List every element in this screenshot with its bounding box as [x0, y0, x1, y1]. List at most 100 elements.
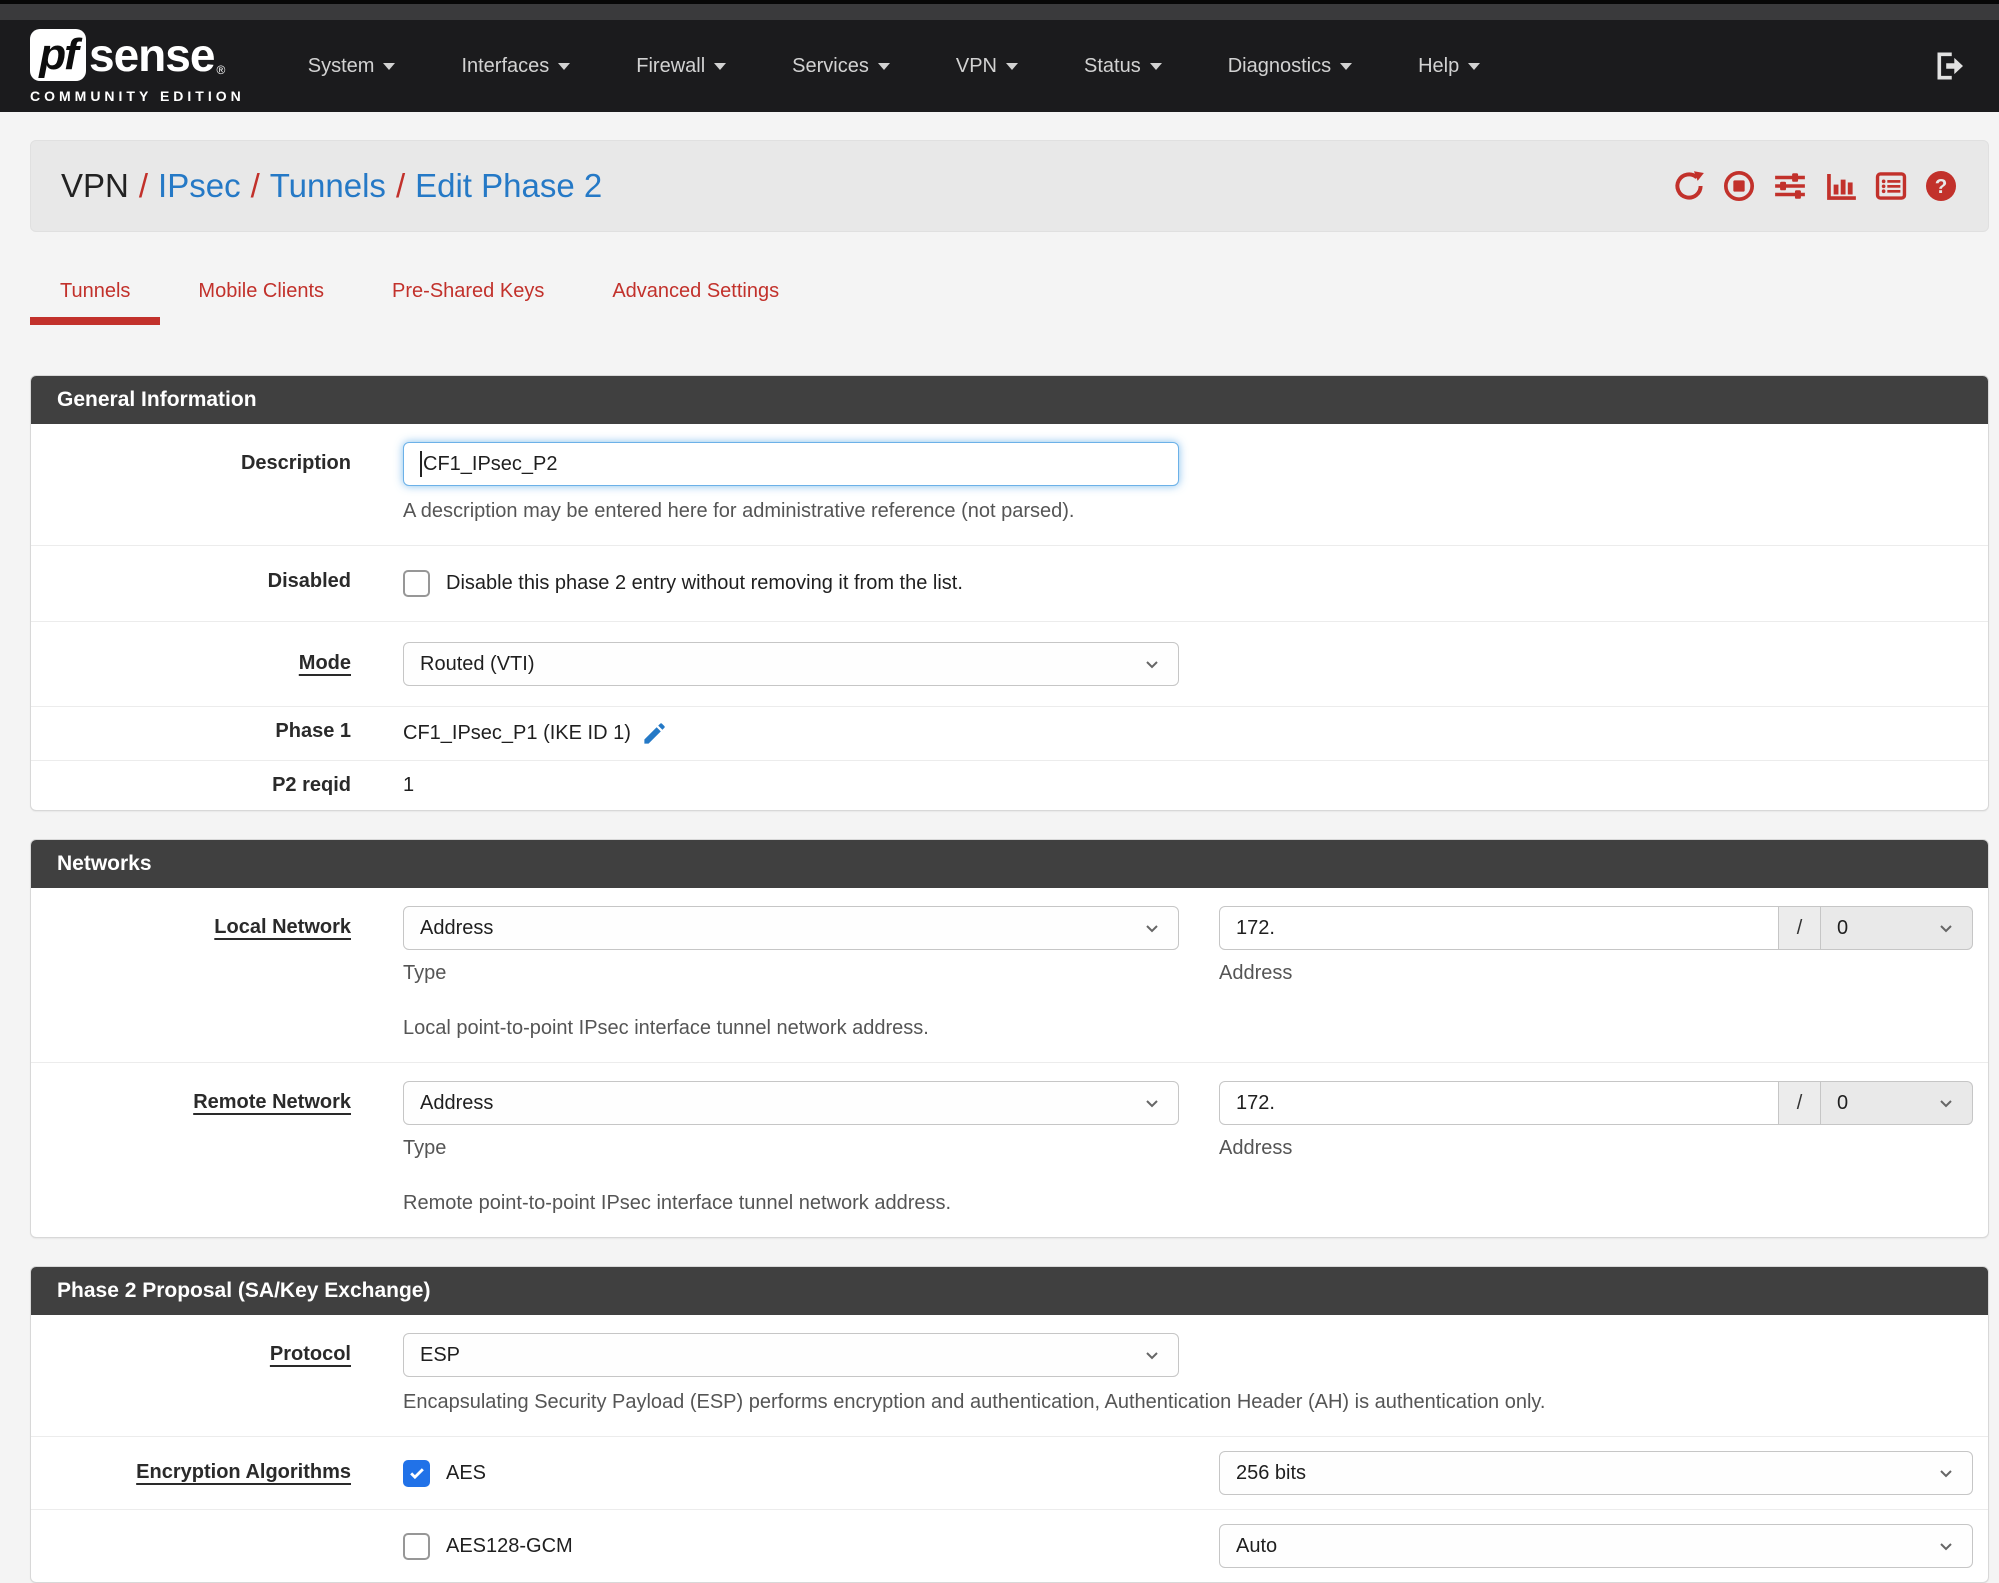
- local-network-content: Address 172. / 0 Type Address Local poin…: [381, 906, 1988, 1040]
- description-input[interactable]: CF1_IPsec_P2: [403, 442, 1179, 486]
- tab-mobile-clients[interactable]: Mobile Clients: [168, 268, 354, 325]
- row-description: Description CF1_IPsec_P2 A description m…: [31, 424, 1988, 546]
- menu-system[interactable]: System: [275, 55, 429, 78]
- chevron-down-icon: [1936, 1536, 1956, 1556]
- remote-network-type-sublabel: Type: [403, 1137, 447, 1159]
- protocol-content: ESP Encapsulating Security Payload (ESP)…: [381, 1333, 1988, 1414]
- pfsense-logo[interactable]: pf sense ® COMMUNITY EDITION: [30, 28, 245, 104]
- row-p2-reqid: P2 reqid 1: [31, 761, 1988, 810]
- help-icon[interactable]: ?: [1924, 169, 1958, 203]
- header-action-icons: ?: [1672, 169, 1958, 203]
- p2-reqid-label: P2 reqid: [272, 774, 351, 796]
- menu-help-label: Help: [1418, 54, 1460, 77]
- disabled-checkbox[interactable]: [403, 570, 430, 597]
- row-phase1: Phase 1 CF1_IPsec_P1 (IKE ID 1): [31, 707, 1988, 761]
- panel-general-information-title: General Information: [31, 376, 1988, 424]
- aes-checkbox-label: AES: [446, 1461, 487, 1484]
- list-icon[interactable]: [1874, 169, 1908, 203]
- breadcrumb-tunnels-link[interactable]: Tunnels: [270, 167, 386, 204]
- row-encryption-aes: Encryption Algorithms AES 256 bits: [31, 1437, 1988, 1510]
- local-network-address-input[interactable]: 172.: [1219, 906, 1779, 950]
- mode-content: Routed (VTI): [381, 642, 1988, 686]
- menu-interfaces[interactable]: Interfaces: [428, 55, 603, 78]
- local-network-slash-addon: /: [1779, 906, 1821, 950]
- breadcrumb-separator: /: [138, 167, 149, 204]
- caret-down-icon: [714, 62, 727, 70]
- mode-select[interactable]: Routed (VTI): [403, 642, 1179, 686]
- encryption-aes128gcm-content: AES128-GCM Auto: [381, 1524, 1988, 1568]
- menu-firewall-label: Firewall: [636, 54, 706, 77]
- tab-advanced-settings[interactable]: Advanced Settings: [582, 268, 809, 325]
- breadcrumb-edit-phase2-link[interactable]: Edit Phase 2: [415, 167, 602, 204]
- aes-bits-select[interactable]: 256 bits: [1219, 1451, 1973, 1495]
- local-network-type-value: Address: [420, 916, 494, 939]
- encryption-aes-content: AES 256 bits: [381, 1451, 1988, 1495]
- mode-select-value: Routed (VTI): [420, 652, 535, 675]
- breadcrumb-vpn: VPN: [61, 167, 129, 204]
- menu-help[interactable]: Help: [1385, 55, 1513, 78]
- aes128gcm-bits-select[interactable]: Auto: [1219, 1524, 1973, 1568]
- local-network-prefix-value: 0: [1837, 916, 1849, 939]
- mode-label: Mode: [298, 652, 351, 674]
- navbar-menu: System Interfaces Firewall Services VPN …: [275, 55, 1513, 78]
- menu-diagnostics[interactable]: Diagnostics: [1195, 55, 1385, 78]
- chevron-down-icon: [1142, 654, 1162, 674]
- caret-down-icon: [1149, 62, 1162, 70]
- encryption-algorithms-label: Encryption Algorithms: [136, 1461, 351, 1483]
- menu-status[interactable]: Status: [1051, 55, 1195, 78]
- text-cursor: [420, 451, 422, 477]
- remote-network-prefix-value: 0: [1837, 1091, 1849, 1114]
- tab-bar: Tunnels Mobile Clients Pre-Shared Keys A…: [30, 268, 1989, 325]
- row-mode: Mode Routed (VTI): [31, 622, 1988, 707]
- svg-text:?: ?: [1935, 175, 1948, 198]
- local-network-help-text: Local point-to-point IPsec interface tun…: [403, 1017, 929, 1039]
- protocol-select[interactable]: ESP: [403, 1333, 1179, 1377]
- aes128gcm-checkbox[interactable]: [403, 1532, 430, 1560]
- breadcrumb-ipsec-link[interactable]: IPsec: [158, 167, 241, 204]
- chevron-down-icon: [1936, 1463, 1956, 1483]
- tab-pre-shared-keys[interactable]: Pre-Shared Keys: [362, 268, 574, 325]
- menu-vpn[interactable]: VPN: [923, 55, 1051, 78]
- description-label: Description: [240, 452, 351, 474]
- caret-down-icon: [1340, 62, 1353, 70]
- menu-firewall[interactable]: Firewall: [603, 55, 759, 78]
- disabled-checkbox-label: Disable this phase 2 entry without remov…: [446, 572, 963, 594]
- local-network-prefix-select[interactable]: 0: [1821, 906, 1973, 950]
- description-help-text: A description may be entered here for ad…: [403, 500, 1075, 522]
- remote-network-label: Remote Network: [193, 1091, 351, 1113]
- aes128gcm-checkbox-label: AES128-GCM: [446, 1534, 573, 1557]
- pfsense-logo-reg: ®: [216, 62, 226, 77]
- tab-tunnels-label: Tunnels: [60, 280, 131, 302]
- remote-network-prefix-select[interactable]: 0: [1821, 1081, 1973, 1125]
- caret-down-icon: [383, 62, 396, 70]
- chevron-down-icon: [1142, 918, 1162, 938]
- bar-chart-icon[interactable]: [1824, 169, 1858, 203]
- panel-phase2-proposal: Phase 2 Proposal (SA/Key Exchange) Proto…: [30, 1266, 1989, 1583]
- tab-tunnels[interactable]: Tunnels: [30, 268, 161, 325]
- remote-network-address-input[interactable]: 172.: [1219, 1081, 1779, 1125]
- sign-out-icon[interactable]: [1933, 48, 1969, 84]
- row-local-network: Local Network Address 172. / 0 Type Addr…: [31, 888, 1988, 1063]
- protocol-select-value: ESP: [420, 1343, 461, 1366]
- local-network-address-sublabel: Address: [1219, 962, 1293, 984]
- caret-down-icon: [1006, 62, 1018, 70]
- stop-icon[interactable]: [1722, 169, 1756, 203]
- remote-network-slash-addon: /: [1779, 1081, 1821, 1125]
- menu-vpn-label: VPN: [955, 54, 997, 77]
- aes128gcm-bits-value: Auto: [1236, 1534, 1278, 1557]
- row-encryption-aes128gcm: AES128-GCM Auto: [31, 1510, 1988, 1582]
- local-network-type-select[interactable]: Address: [403, 906, 1179, 950]
- p2-reqid-content: 1: [381, 774, 1988, 797]
- caret-down-icon: [558, 62, 571, 70]
- sliders-icon[interactable]: [1772, 169, 1808, 203]
- remote-network-type-select[interactable]: Address: [403, 1081, 1179, 1125]
- refresh-icon[interactable]: [1672, 169, 1706, 203]
- encryption-empty-label: [31, 1524, 381, 1568]
- protocol-label: Protocol: [269, 1343, 351, 1365]
- breadcrumb-bar: VPN / IPsec / Tunnels / Edit Phase 2 ?: [30, 140, 1989, 232]
- remote-network-content: Address 172. / 0 Type Address Remote poi…: [381, 1081, 1988, 1215]
- menu-services[interactable]: Services: [759, 55, 923, 78]
- menu-diagnostics-label: Diagnostics: [1227, 54, 1332, 77]
- aes-checkbox[interactable]: [403, 1459, 430, 1487]
- pencil-icon[interactable]: [641, 720, 668, 747]
